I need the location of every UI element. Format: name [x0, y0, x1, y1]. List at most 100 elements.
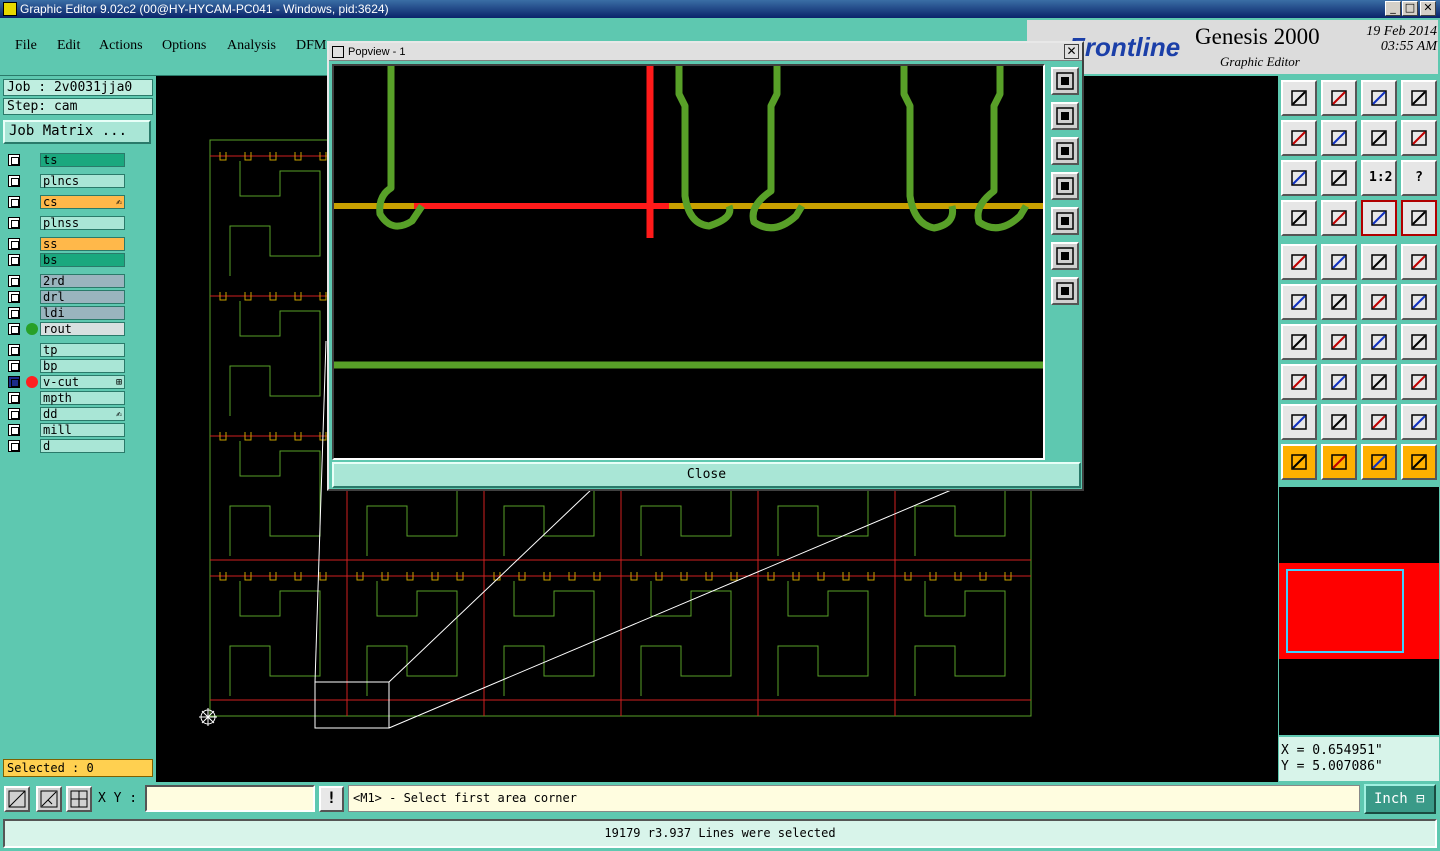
- features-button[interactable]: [1281, 200, 1317, 236]
- layer-row-bs[interactable]: bs: [5, 253, 127, 267]
- layer-checkbox[interactable]: [8, 196, 20, 208]
- layer-name[interactable]: cs ✍: [40, 195, 125, 209]
- layer-row-plncs[interactable]: plncs: [5, 174, 127, 188]
- xy-input[interactable]: [145, 785, 315, 812]
- layer-name[interactable]: ts: [40, 153, 125, 167]
- menu-options[interactable]: Options: [162, 38, 206, 54]
- ruler-button[interactable]: [1361, 244, 1397, 280]
- layer-row-v-cut[interactable]: v-cut ⊞: [5, 375, 127, 389]
- tri-b-button[interactable]: [1321, 404, 1357, 440]
- text-f-button[interactable]: [1401, 324, 1437, 360]
- layer-name[interactable]: tp: [40, 343, 125, 357]
- layer-checkbox[interactable]: [8, 360, 20, 372]
- popview-window[interactable]: Popview - 1 ✕ Close: [327, 41, 1084, 491]
- unit-selector[interactable]: Inch ⊟: [1364, 784, 1436, 814]
- layer-checkbox[interactable]: [8, 424, 20, 436]
- layer-checkbox[interactable]: [8, 408, 20, 420]
- layer-checkbox[interactable]: [8, 175, 20, 187]
- popview-canvas[interactable]: [332, 64, 1045, 460]
- popview-zoom-out-button[interactable]: [1051, 102, 1079, 130]
- layer-row-dd[interactable]: dd ✍: [5, 407, 127, 421]
- arc-button[interactable]: [1361, 324, 1397, 360]
- layer-row-mpth[interactable]: mpth: [5, 391, 127, 405]
- layer-name[interactable]: bp: [40, 359, 125, 373]
- popview-center-button[interactable]: [1051, 277, 1079, 305]
- menu-edit[interactable]: Edit: [57, 38, 80, 54]
- layer-checkbox[interactable]: [8, 323, 20, 335]
- popview-close-button[interactable]: Close: [332, 462, 1081, 488]
- layer-name[interactable]: mill: [40, 423, 125, 437]
- maximize-button[interactable]: □: [1402, 1, 1418, 16]
- layer-name[interactable]: plnss: [40, 216, 125, 230]
- pointer-alt-button[interactable]: [1361, 444, 1397, 480]
- grid-tool-button[interactable]: [66, 786, 92, 812]
- house-button[interactable]: [1361, 80, 1397, 116]
- menu-actions[interactable]: Actions: [99, 38, 143, 54]
- layer-row-bp[interactable]: bp: [5, 359, 127, 373]
- measure-tool-button[interactable]: [36, 786, 62, 812]
- snap-tool-button[interactable]: [4, 786, 30, 812]
- layer-affected-dot[interactable]: [26, 376, 38, 388]
- pointer-box-button[interactable]: [1321, 444, 1357, 480]
- pan-left-button[interactable]: [1281, 120, 1317, 156]
- cut-button[interactable]: [1321, 364, 1357, 400]
- pointer-button[interactable]: [1281, 444, 1317, 480]
- layer-checkbox[interactable]: [8, 344, 20, 356]
- popview-close-x-button[interactable]: ✕: [1064, 44, 1079, 59]
- menu-analysis[interactable]: Analysis: [227, 38, 276, 54]
- pan-right-button[interactable]: [1321, 120, 1357, 156]
- job-matrix-button[interactable]: Job Matrix ...: [3, 120, 151, 144]
- tri-c-button[interactable]: [1361, 404, 1397, 440]
- rotate-button[interactable]: [1361, 120, 1397, 156]
- layer-checkbox[interactable]: [8, 275, 20, 287]
- layer-name[interactable]: rout: [40, 322, 125, 336]
- popview-zoom-in-button[interactable]: [1051, 67, 1079, 95]
- layer-name[interactable]: dd ✍: [40, 407, 125, 421]
- layer-name[interactable]: ldi: [40, 306, 125, 320]
- layer-name[interactable]: mpth: [40, 391, 125, 405]
- tri-d-button[interactable]: [1401, 404, 1437, 440]
- layer-name[interactable]: plncs: [40, 174, 125, 188]
- circles-button[interactable]: [1401, 364, 1437, 400]
- layer-checkbox[interactable]: [8, 238, 20, 250]
- layer-row-ldi[interactable]: ldi: [5, 306, 127, 320]
- help-button[interactable]: ?: [1401, 160, 1437, 196]
- popview-pan-left-button[interactable]: [1051, 172, 1079, 200]
- layer-name[interactable]: v-cut ⊞: [40, 375, 125, 389]
- home-tool-button[interactable]: [1281, 80, 1317, 116]
- exclaim-button[interactable]: !: [319, 786, 344, 812]
- popview-pan-right-button[interactable]: [1051, 207, 1079, 235]
- layer-name[interactable]: ss: [40, 237, 125, 251]
- angle-button[interactable]: [1281, 324, 1317, 360]
- grid-button[interactable]: [1321, 200, 1357, 236]
- layer-row-plnss[interactable]: plnss: [5, 216, 127, 230]
- polyline-button[interactable]: [1321, 244, 1357, 280]
- layer-checkbox[interactable]: [8, 440, 20, 452]
- add-node-button[interactable]: [1401, 284, 1437, 320]
- layer-checkbox[interactable]: [8, 307, 20, 319]
- minimize-button[interactable]: _: [1385, 1, 1401, 16]
- scale-button[interactable]: 1:2: [1361, 160, 1397, 196]
- layer-checkbox[interactable]: [8, 217, 20, 229]
- layer-row-mill[interactable]: mill: [5, 423, 127, 437]
- dimension-button[interactable]: [1361, 364, 1397, 400]
- select-a-button[interactable]: [1361, 200, 1397, 236]
- layer-row-d[interactable]: d: [5, 439, 127, 453]
- menu-file[interactable]: File: [15, 38, 37, 54]
- layer-row-ss[interactable]: ss: [5, 237, 127, 251]
- layer-name[interactable]: 2rd: [40, 274, 125, 288]
- fit-button[interactable]: [1281, 160, 1317, 196]
- delete-node-button[interactable]: [1321, 284, 1357, 320]
- layer-checkbox[interactable]: [8, 291, 20, 303]
- window-button[interactable]: [1401, 80, 1437, 116]
- layer-checkbox[interactable]: [8, 254, 20, 266]
- connect-button[interactable]: [1281, 284, 1317, 320]
- menu-dfm[interactable]: DFM: [296, 38, 326, 54]
- center-button[interactable]: [1321, 160, 1357, 196]
- layer-row-ts[interactable]: ts: [5, 153, 127, 167]
- snake-button[interactable]: [1401, 120, 1437, 156]
- layer-checkbox[interactable]: [8, 376, 20, 388]
- zoom-prev-button[interactable]: [1321, 80, 1357, 116]
- popview-title-bar[interactable]: Popview - 1 ✕: [329, 43, 1082, 61]
- surface-button[interactable]: [1401, 244, 1437, 280]
